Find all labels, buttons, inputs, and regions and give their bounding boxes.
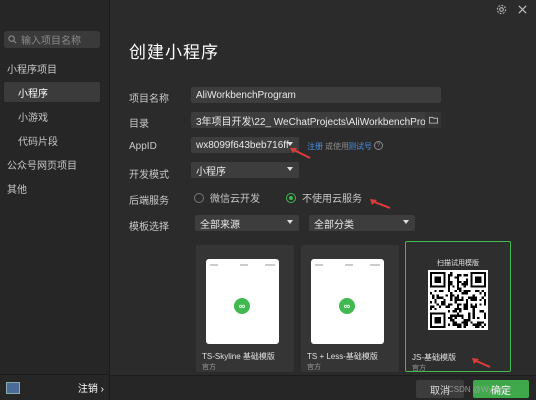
sidebar-item-miniprogram[interactable]: 小程序 (4, 82, 100, 102)
sidebar-item-code-snippets[interactable]: 代码片段 (0, 130, 110, 150)
search-icon (8, 35, 17, 44)
folder-icon[interactable] (425, 112, 441, 128)
project-name-label: 项目名称 (129, 94, 169, 105)
watermark: CSDN @Wyyywd (448, 385, 511, 394)
radio-no-cloud-label: 不使用云服务 (302, 194, 362, 205)
search-input[interactable]: 输入项目名称 (4, 31, 100, 48)
backend-service-label: 后端服务 (129, 196, 169, 207)
template-name: TS + Less-基础模版 (307, 352, 378, 361)
source-value: 全部来源 (200, 219, 240, 231)
chevron-down-icon (287, 167, 293, 171)
sidebar: 输入项目名称 小程序项目 小程序 小游戏 代码片段 公众号网页项目 其他 注销 … (0, 0, 110, 400)
project-name-value: AliWorkbenchProgram (196, 89, 296, 101)
qr-caption: 扫描试用模版 (437, 260, 479, 267)
template-card-js-basic[interactable]: 扫描试用模版 JS-基础模版 官方 (405, 241, 511, 372)
annotation-arrow (472, 358, 491, 368)
radio-no-cloud[interactable]: 不使用云服务 (286, 190, 362, 205)
radio-button-selected[interactable] (286, 192, 296, 203)
template-name: JS-基础模版 (412, 353, 456, 362)
project-name-input[interactable]: AliWorkbenchProgram (191, 87, 441, 103)
sidebar-section-miniprogram-projects[interactable]: 小程序项目 (0, 58, 110, 78)
page-title: 创建小程序 (129, 43, 219, 62)
miniprogram-logo-icon: ∞ (234, 298, 250, 314)
template-card-ts-less[interactable]: ∞ TS + Less-基础模版 官方 (301, 245, 399, 372)
or-use-text: 或使用 (325, 142, 349, 151)
directory-value: 3年项目开发\22_ WeChatProjects\AliWorkbenchPr… (196, 116, 441, 128)
radio-wechat-cloud[interactable]: 微信云开发 (194, 190, 260, 205)
dev-mode-select[interactable]: 小程序 (191, 162, 299, 178)
template-preview: ∞ (206, 259, 279, 344)
radio-button[interactable] (194, 192, 204, 203)
dev-mode-value: 小程序 (196, 166, 226, 178)
category-select[interactable]: 全部分类 (309, 215, 415, 231)
footer-bar: 取消 确定 CSDN @Wyyywd (110, 375, 536, 400)
template-card-ts-skyline[interactable]: ∞ TS-Skyline 基础模版 官方 (196, 245, 294, 372)
annotation-arrow (290, 148, 311, 159)
gear-icon[interactable] (496, 4, 507, 15)
template-author: 官方 (202, 364, 216, 371)
sidebar-section-official-account-web[interactable]: 公众号网页项目 (0, 154, 110, 174)
appid-select[interactable]: wx8099f643beb716ff (191, 137, 299, 153)
logout-button[interactable]: 注销 › (78, 380, 104, 395)
template-author: 官方 (412, 365, 426, 372)
help-icon[interactable]: ? (374, 141, 383, 150)
category-value: 全部分类 (314, 219, 354, 231)
sidebar-section-other[interactable]: 其他 (0, 178, 110, 198)
source-select[interactable]: 全部来源 (195, 215, 299, 231)
search-placeholder: 输入项目名称 (21, 36, 81, 47)
close-icon[interactable] (517, 4, 528, 15)
appid-value: wx8099f643beb716ff (196, 139, 289, 151)
directory-input[interactable]: 3年项目开发\22_ WeChatProjects\AliWorkbenchPr… (191, 112, 441, 128)
dev-mode-label: 开发模式 (129, 170, 169, 181)
window-controls (496, 4, 528, 15)
test-account-link[interactable]: 测试号 (348, 141, 372, 152)
sidebar-footer: 注销 › (0, 374, 110, 400)
avatar[interactable] (6, 381, 20, 394)
template-preview: ∞ (311, 259, 384, 344)
directory-label: 目录 (129, 119, 149, 130)
template-author: 官方 (307, 364, 321, 371)
template-name: TS-Skyline 基础模版 (202, 352, 275, 361)
sidebar-item-minigame[interactable]: 小游戏 (0, 106, 110, 126)
qr-code (428, 270, 488, 330)
appid-label: AppID (129, 141, 157, 152)
annotation-arrow (370, 199, 391, 209)
main-panel: 创建小程序 项目名称 AliWorkbenchProgram 目录 3年项目开发… (110, 0, 536, 400)
template-label: 模板选择 (129, 222, 169, 233)
miniprogram-logo-icon: ∞ (339, 298, 355, 314)
chevron-down-icon (403, 220, 409, 224)
chevron-down-icon (287, 220, 293, 224)
radio-wechat-cloud-label: 微信云开发 (210, 194, 260, 205)
